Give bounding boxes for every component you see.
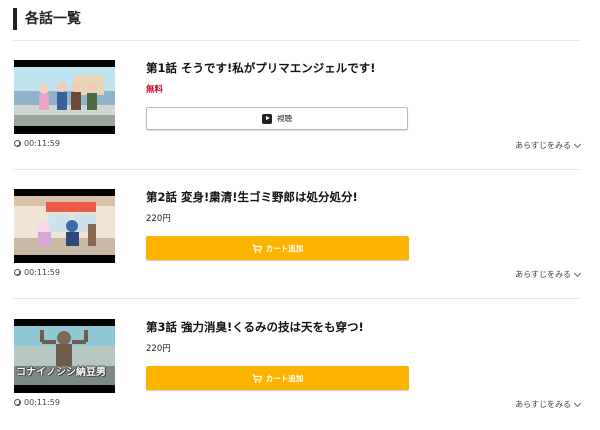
episode-title[interactable]: 第1話 そうです!私がプリマエンジェルです! (146, 60, 376, 76)
episode-thumbnail[interactable] (14, 60, 115, 134)
clock-icon (14, 399, 21, 406)
chevron-down-icon (573, 140, 582, 148)
clock-icon (14, 269, 21, 276)
duration-text: 00:11:59 (24, 398, 60, 407)
duration: 00:11:59 (14, 139, 60, 148)
divider (13, 298, 580, 299)
add-to-cart-button[interactable]: カート追加 (146, 366, 409, 390)
synopsis-label: あらすじをみる (515, 270, 571, 279)
synopsis-toggle[interactable]: あらすじをみる (515, 140, 582, 151)
episode-price: 無料 (146, 85, 164, 95)
episode-price: 220円 (146, 344, 171, 354)
clock-icon (14, 140, 21, 147)
thumbnail-caption: コナイノシシ納豆男 (16, 367, 106, 378)
episode-thumbnail[interactable]: コナイノシシ納豆男 (14, 319, 115, 393)
episode-thumbnail[interactable] (14, 189, 115, 263)
watch-button[interactable]: 視聴 (146, 107, 408, 130)
chevron-down-icon (573, 399, 582, 407)
synopsis-toggle[interactable]: あらすじをみる (515, 269, 582, 280)
section-title: 各話一覧 (13, 8, 81, 30)
cart-button-label: カート追加 (265, 373, 304, 383)
add-to-cart-button[interactable]: カート追加 (146, 236, 409, 260)
cart-icon (252, 243, 262, 253)
synopsis-label: あらすじをみる (515, 400, 571, 409)
synopsis-toggle[interactable]: あらすじをみる (515, 399, 582, 410)
chevron-down-icon (573, 269, 582, 277)
synopsis-label: あらすじをみる (515, 141, 571, 150)
episode-title[interactable]: 第2話 変身!粛清!生ゴミ野郎は処分処分! (146, 189, 358, 205)
cart-button-label: カート追加 (265, 243, 304, 253)
thumbnail-image (14, 196, 115, 255)
watch-button-label: 視聴 (277, 114, 292, 123)
play-icon (262, 113, 272, 124)
cart-icon (252, 373, 262, 383)
duration: 00:11:59 (14, 268, 60, 277)
episode-item-1: 00:11:59 第1話 そうです!私がプリマエンジェルです! 無料 視聴 あら… (0, 41, 600, 171)
duration: 00:11:59 (14, 398, 60, 407)
episode-item-3: コナイノシシ納豆男 00:11:59 第3話 強力消臭!くるみの技は天をも穿つ!… (0, 300, 600, 430)
episode-price: 220円 (146, 214, 171, 224)
episode-item-2: 00:11:59 第2話 変身!粛清!生ゴミ野郎は処分処分! 220円 カート追… (0, 170, 600, 300)
duration-text: 00:11:59 (24, 139, 60, 148)
thumbnail-image (14, 67, 115, 126)
duration-text: 00:11:59 (24, 268, 60, 277)
episode-title[interactable]: 第3話 強力消臭!くるみの技は天をも穿つ! (146, 319, 364, 335)
